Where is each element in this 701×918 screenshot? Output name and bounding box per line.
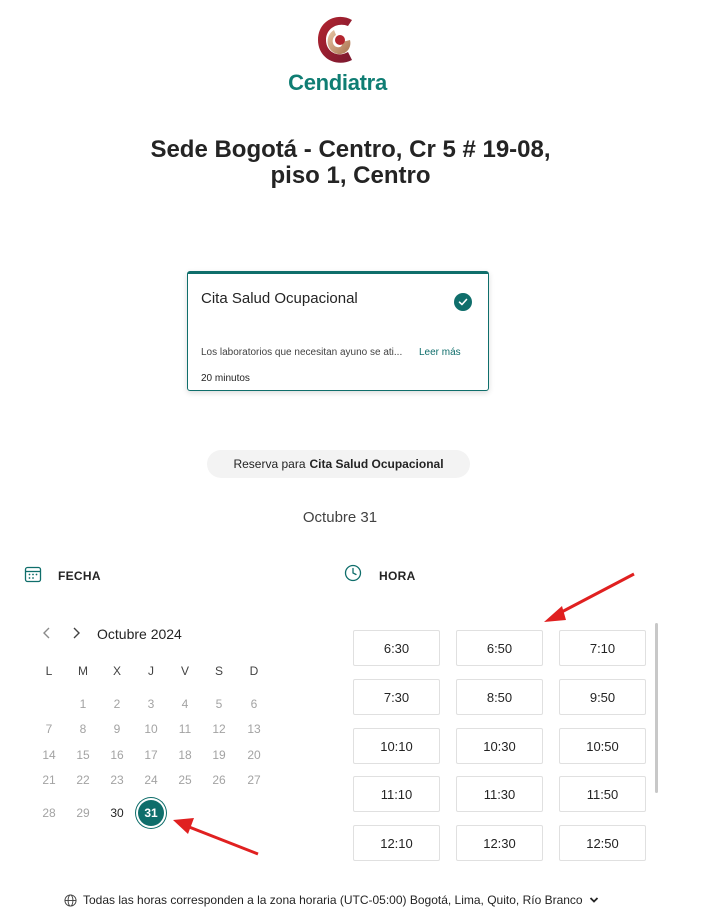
- time-slot-button[interactable]: 11:10: [353, 776, 440, 812]
- calendar-day: 18: [178, 748, 192, 762]
- check-circle-icon: [454, 293, 472, 311]
- chevron-left-icon: [43, 627, 50, 639]
- prev-month-button[interactable]: [41, 626, 53, 644]
- service-name: Cita Salud Ocupacional: [201, 290, 358, 307]
- calendar-day: 26: [212, 773, 226, 787]
- time-slot-button[interactable]: 10:30: [456, 728, 543, 764]
- chevron-right-icon: [73, 627, 80, 639]
- calendar-day: 13: [247, 722, 261, 736]
- calendar-day: 10: [144, 722, 158, 736]
- calendar-day: 6: [250, 697, 258, 711]
- service-card[interactable]: Cita Salud Ocupacional Los laboratorios …: [187, 271, 489, 391]
- booking-service: Cita Salud Ocupacional: [309, 457, 444, 471]
- date-section-label: FECHA: [58, 569, 101, 583]
- next-month-button[interactable]: [70, 626, 82, 644]
- timezone-text: Todas las horas corresponden a la zona h…: [83, 893, 583, 907]
- time-slot-button[interactable]: 9:50: [559, 679, 646, 715]
- time-slot-button[interactable]: 7:10: [559, 630, 646, 666]
- time-slot-button[interactable]: 11:30: [456, 776, 543, 812]
- time-slot-button[interactable]: 6:30: [353, 630, 440, 666]
- time-section-label: HORA: [379, 569, 416, 583]
- weekday-label: D: [249, 664, 259, 678]
- service-description: Los laboratorios que necesitan ayuno se …: [201, 347, 403, 358]
- calendar-day: 11: [178, 722, 192, 736]
- page-title: Sede Bogotá - Centro, Cr 5 # 19-08, piso…: [150, 136, 551, 189]
- calendar-day: 8: [79, 722, 87, 736]
- time-slot-button[interactable]: 10:10: [353, 728, 440, 764]
- calendar-day-selected[interactable]: 31: [138, 800, 164, 826]
- calendar-icon: [24, 566, 42, 583]
- calendar-day: 25: [178, 773, 192, 787]
- cendiatra-logo-icon: [318, 16, 352, 63]
- booking-prefix: Reserva para: [233, 457, 306, 471]
- calendar-day: 15: [76, 748, 90, 762]
- calendar-month-label: Octubre 2024: [97, 626, 182, 642]
- time-slot-button[interactable]: 6:50: [456, 630, 543, 666]
- calendar-day: 12: [212, 722, 226, 736]
- annotation-arrow-icon: [173, 818, 259, 856]
- calendar-day: 2: [113, 697, 121, 711]
- chevron-down-icon: [589, 897, 598, 903]
- weekday-label: J: [148, 664, 154, 678]
- time-slot-button[interactable]: 7:30: [353, 679, 440, 715]
- calendar-day: 24: [144, 773, 158, 787]
- calendar-day: 19: [212, 748, 226, 762]
- calendar-day: 9: [113, 722, 121, 736]
- time-slot-button[interactable]: 11:50: [559, 776, 646, 812]
- time-slot-button[interactable]: 8:50: [456, 679, 543, 715]
- weekday-label: S: [214, 664, 223, 678]
- calendar-day: 4: [181, 697, 189, 711]
- brand-name: Cendiatra: [288, 70, 387, 95]
- weekday-label: L: [45, 664, 53, 678]
- calendar-day: 27: [247, 773, 261, 787]
- calendar-day: 7: [45, 722, 53, 736]
- time-slots-scrollbar[interactable]: [655, 623, 658, 793]
- service-duration: 20 minutos: [201, 373, 250, 384]
- time-slot-button[interactable]: 12:10: [353, 825, 440, 861]
- clock-icon: [344, 564, 362, 582]
- time-slot-button[interactable]: 12:30: [456, 825, 543, 861]
- time-slot-button[interactable]: 10:50: [559, 728, 646, 764]
- calendar-day: 29: [76, 806, 90, 820]
- weekday-label: M: [78, 664, 88, 678]
- read-more-link[interactable]: Leer más: [419, 347, 461, 358]
- calendar-day: 28: [42, 806, 56, 820]
- calendar-day: 14: [42, 748, 56, 762]
- calendar-day: 20: [247, 748, 261, 762]
- calendar-day: 22: [76, 773, 90, 787]
- timezone-selector[interactable]: Todas las horas corresponden a la zona h…: [64, 893, 599, 907]
- selected-date-heading: Octubre 31: [302, 509, 378, 526]
- annotation-arrow-icon: [544, 572, 635, 622]
- calendar-day: 21: [42, 773, 56, 787]
- calendar-day: 5: [215, 697, 223, 711]
- weekday-label: X: [112, 664, 121, 678]
- weekday-label: V: [180, 664, 189, 678]
- time-slot-button[interactable]: 12:50: [559, 825, 646, 861]
- calendar-day[interactable]: 30: [105, 801, 129, 825]
- calendar-day: 23: [110, 773, 124, 787]
- calendar-day: 1: [79, 697, 87, 711]
- calendar-day: 16: [110, 748, 124, 762]
- calendar-day: 17: [144, 748, 158, 762]
- booking-summary: Reserva para Cita Salud Ocupacional: [207, 450, 470, 478]
- globe-icon: [64, 893, 77, 907]
- calendar-day: 3: [147, 697, 155, 711]
